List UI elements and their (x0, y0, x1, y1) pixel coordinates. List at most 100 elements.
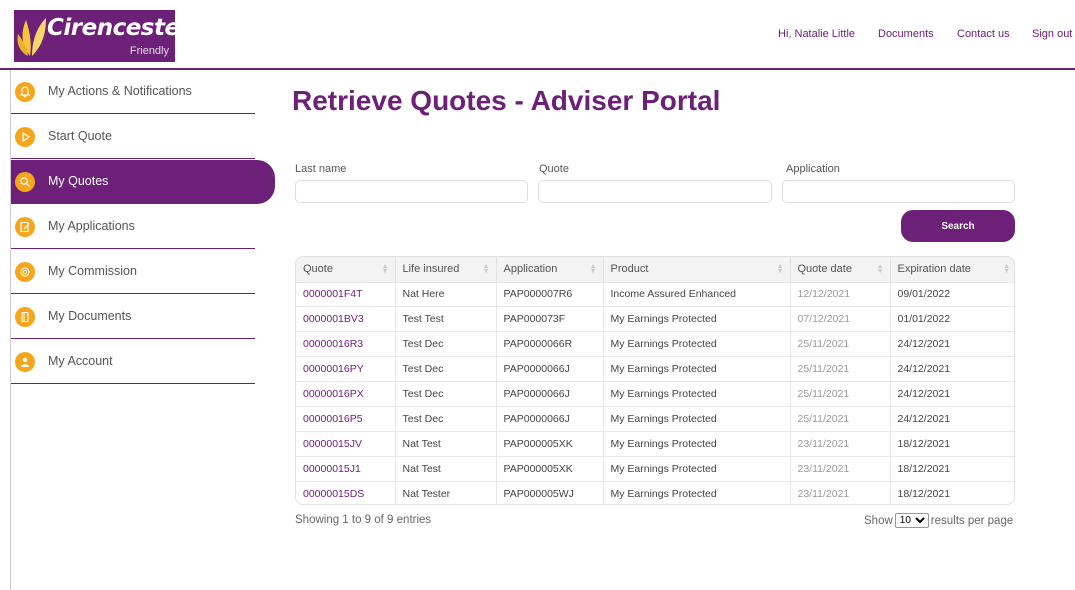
user-icon (15, 352, 35, 372)
quotes-table: Quote ▲ ▼ Life insured ▲ ▼ Application ▲ ▼ Produc… (295, 256, 1015, 505)
sort-arrows-icon: ▲ ▼ (381, 263, 389, 275)
table-cell: 25/11/2021 (790, 405, 891, 432)
column-header-label: Expiration date (897, 263, 971, 276)
table-cell: Test Dec (395, 356, 497, 382)
column-header-0[interactable]: Quote ▲ ▼ (296, 257, 396, 282)
column-header-1[interactable]: Life insured ▲ ▼ (395, 257, 497, 282)
sort-arrows-icon: ▲ ▼ (1003, 263, 1010, 275)
contact-us-link[interactable]: Contact us (957, 28, 1010, 40)
coins-icon (15, 262, 35, 282)
top-header: Cirencester Friendly Hi, Natalie Little … (0, 0, 1075, 70)
table-cell: 23/11/2021 (790, 455, 891, 482)
table-cell: 24/12/2021 (890, 331, 1014, 357)
table-cell: 23/11/2021 (790, 480, 891, 504)
table-cell: My Earnings Protected (603, 430, 791, 457)
table-cell: Nat Here (395, 281, 497, 307)
table-cell: 18/12/2021 (890, 430, 1014, 457)
quote-link[interactable]: 00000015J1 (296, 455, 396, 482)
search-quote-icon (15, 172, 35, 192)
sidebar-item-my-quotes[interactable]: My Quotes (11, 160, 275, 204)
quote-link[interactable]: 00000015DS (296, 480, 396, 504)
page-size-control: Show 10 results per page (864, 513, 1013, 528)
table-row[interactable]: 00000015JV Nat Test PAP000005XK My Earnings… (296, 430, 1014, 457)
sidebar-item-label: My Quotes (48, 174, 109, 188)
table-cell: 09/01/2022 (890, 281, 1014, 307)
quote-link[interactable]: 00000016PX (296, 381, 396, 407)
table-cell: 25/11/2021 (790, 331, 891, 357)
sort-arrows-icon: ▲ ▼ (876, 263, 884, 275)
column-header-label: Life insured (402, 263, 460, 276)
table-row[interactable]: 0000001BV3 Test Test PAP000073F My Earnings… (296, 306, 1014, 332)
table-row[interactable]: 00000016PY Test Dec PAP0000066J My Earnings… (296, 356, 1014, 382)
table-cell: My Earnings Protected (603, 306, 791, 332)
table-cell: My Earnings Protected (603, 356, 791, 382)
documents-link[interactable]: Documents (878, 28, 934, 40)
quote-link[interactable]: 00000015JV (296, 430, 396, 457)
table-cell: 25/11/2021 (790, 381, 891, 407)
table-row[interactable]: 00000016P5 Test Dec PAP0000066J My Earnings… (296, 405, 1014, 432)
table-cell: Test Dec (395, 381, 497, 407)
sidebar-item-label: My Commission (48, 264, 137, 278)
table-cell: 01/01/2022 (890, 306, 1014, 332)
table-row[interactable]: 00000015DS Nat Tester PAP000005WJ My Earnin… (296, 480, 1014, 504)
table-cell: PAP0000066J (496, 405, 604, 432)
table-cell: PAP000073F (496, 306, 604, 332)
table-cell: PAP000005XK (496, 455, 604, 482)
sidebar-item-label: My Actions & Notifications (48, 84, 192, 98)
table-row[interactable]: 00000016PX Test Dec PAP0000066J My Earnings… (296, 381, 1014, 407)
table-row[interactable]: 00000016R3 Test Dec PAP0000066R My Earnings… (296, 331, 1014, 357)
quote-link[interactable]: 00000016PY (296, 356, 396, 382)
sidebar-item-my-account[interactable]: My Account (11, 340, 255, 384)
application-input[interactable] (782, 180, 1015, 203)
search-button[interactable]: Search (901, 210, 1015, 242)
table-cell: My Earnings Protected (603, 480, 791, 504)
edit-document-icon (15, 217, 35, 237)
user-greeting-link[interactable]: Hi, Natalie Little (778, 28, 855, 40)
table-cell: Nat Test (395, 430, 497, 457)
table-row[interactable]: 0000001F4T Nat Here PAP000007R6 Income Assu… (296, 281, 1014, 307)
page-size-select[interactable]: 10 (894, 513, 929, 528)
column-header-3[interactable]: Product ▲ ▼ (603, 257, 791, 282)
sidebar-item-my-applications[interactable]: My Applications (11, 205, 255, 249)
table-cell: 23/11/2021 (790, 430, 891, 457)
logo-title: Cirencester (47, 15, 175, 41)
wheat-leaf-icon (17, 18, 46, 56)
sort-arrows-icon: ▲ ▼ (776, 263, 784, 275)
table-cell: My Earnings Protected (603, 455, 791, 482)
page-title: Retrieve Quotes - Adviser Portal (292, 85, 721, 116)
column-header-4[interactable]: Quote date ▲ ▼ (790, 257, 891, 282)
sidebar-item-my-commission[interactable]: My Commission (11, 250, 255, 294)
sidebar-item-actions-notifications[interactable]: My Actions & Notifications (11, 70, 255, 114)
results-per-page-label: results per page (930, 514, 1014, 527)
sidebar-item-start-quote[interactable]: Start Quote (11, 115, 255, 159)
column-header-label: Application (503, 263, 558, 276)
sidebar-item-label: My Documents (48, 309, 132, 323)
table-cell: Nat Test (395, 455, 497, 482)
column-header-5[interactable]: Expiration date ▲ ▼ (890, 257, 1014, 282)
table-cell: PAP0000066R (496, 331, 604, 357)
table-cell: PAP000007R6 (496, 281, 604, 307)
show-label: Show (864, 514, 893, 527)
table-cell: Income Assured Enhanced (603, 281, 791, 307)
quote-link[interactable]: 0000001F4T (296, 281, 396, 307)
quote-input[interactable] (538, 180, 772, 203)
table-cell: Test Dec (395, 331, 497, 357)
column-header-2[interactable]: Application ▲ ▼ (496, 257, 604, 282)
table-cell: 24/12/2021 (890, 381, 1014, 407)
sign-out-link[interactable]: Sign out (1032, 28, 1072, 40)
table-cell: 24/12/2021 (890, 356, 1014, 382)
quote-link[interactable]: 0000001BV3 (296, 306, 396, 332)
sort-arrows-icon: ▲ ▼ (482, 263, 490, 275)
last-name-label: Last name (295, 163, 347, 175)
cirencester-logo[interactable]: Cirencester Friendly (14, 10, 175, 62)
sidebar-item-my-documents[interactable]: My Documents (11, 295, 255, 339)
table-cell: Test Test (395, 306, 497, 332)
table-cell: My Earnings Protected (603, 405, 791, 432)
quote-link[interactable]: 00000016R3 (296, 331, 396, 357)
sidebar-nav: My Actions & Notifications Start Quote M… (10, 70, 275, 590)
table-row[interactable]: 00000015J1 Nat Test PAP000005XK My Earnings… (296, 455, 1014, 482)
last-name-input[interactable] (295, 180, 528, 203)
sidebar-item-label: Start Quote (48, 129, 112, 143)
quote-link[interactable]: 00000016P5 (296, 405, 396, 432)
bell-icon (15, 82, 35, 102)
